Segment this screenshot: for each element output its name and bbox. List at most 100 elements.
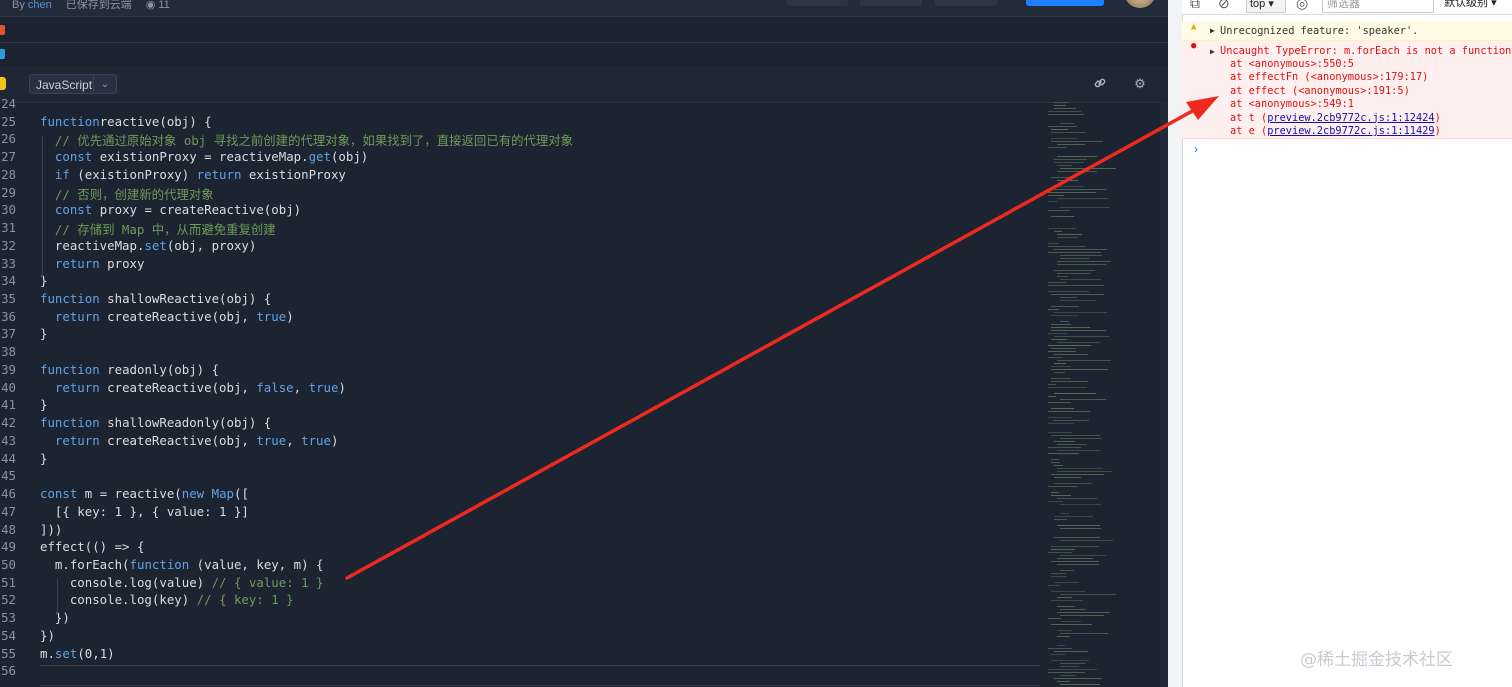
line-number: 53 (1, 610, 16, 626)
code-comment: // { key: 1 } (196, 592, 294, 608)
indent-guide (57, 579, 58, 615)
minimap-line (1057, 606, 1075, 607)
stack-frame-text: at effectFn (<anonymous>:179:17) (1230, 71, 1429, 84)
line-number: 36 (1, 308, 16, 324)
link-icon[interactable] (1092, 76, 1108, 92)
minimap-line (1060, 666, 1079, 667)
language-select[interactable]: JavaScript ⌄ (29, 74, 117, 94)
minimap-line (1060, 123, 1075, 124)
line-number: 34 (1, 273, 16, 289)
code-token: ) (338, 379, 346, 395)
minimap-line (1048, 585, 1060, 586)
clear-console-icon[interactable]: ⊘ (1218, 0, 1230, 12)
minimap-line (1051, 549, 1075, 550)
code-keyword: set (144, 237, 167, 253)
sidebar-toggle-icon[interactable]: ⧉ (1190, 0, 1200, 12)
minimap-line (1051, 408, 1074, 409)
minimap-line (1057, 342, 1101, 343)
minimap-line (1057, 360, 1112, 361)
minimap-line (1048, 192, 1096, 193)
view-count-value: 11 (158, 0, 170, 11)
console-error[interactable]: ● ▶ Uncaught TypeError: m.forEach is not… (1182, 41, 1512, 139)
minimap[interactable] (1048, 102, 1158, 687)
error-icon: ● (1191, 41, 1197, 51)
log-level-select[interactable]: 默认级别 ▾ (1444, 0, 1497, 13)
line-number: 55 (1, 645, 16, 661)
js-panel-header: JavaScript ⌄ ⚙ (0, 66, 1168, 103)
code-comment: // { value: 1 } (211, 574, 324, 590)
line-number: 29 (1, 184, 16, 200)
code-line: // 否则，创建新的代理对象 (40, 185, 214, 203)
minimap-line (1048, 486, 1079, 487)
minimap-line (1057, 498, 1097, 499)
code-line: functionreactive(obj) { (40, 114, 212, 129)
author-link[interactable]: chen (28, 0, 52, 11)
code-line: function readonly(obj) { (40, 362, 219, 377)
expand-triangle-icon[interactable]: ▶ (1210, 26, 1215, 35)
minimap-line (1048, 417, 1073, 418)
stack-frame: at <anonymous>:550:5 (1230, 58, 1354, 70)
code-keyword: true (308, 379, 339, 395)
minimap-line (1048, 423, 1074, 424)
minimap-line (1054, 465, 1063, 466)
code-line: effect(() => { (40, 539, 144, 554)
toolbar-button-2[interactable] (860, 0, 922, 6)
code-keyword: const (40, 486, 78, 502)
code-token: proxy = createReactive(obj) (92, 202, 302, 218)
minimap-line (1057, 273, 1091, 274)
minimap-line (1060, 300, 1097, 301)
console-prompt[interactable]: › (1194, 142, 1198, 156)
code-line: // 优先通过原始对象 obj 寻找之前创建的代理对象，如果找到了，直接返回已有… (40, 131, 573, 149)
console-sidebar-edge (1168, 0, 1183, 687)
code-token: ([ (234, 486, 249, 502)
minimap-line (1060, 504, 1101, 505)
code-token: (existionProxy) (69, 166, 197, 182)
context-select[interactable]: top ▾ (1246, 0, 1286, 13)
toolbar-button-3[interactable] (935, 0, 997, 6)
code-area[interactable]: 24 25 functionreactive(obj) {26 // 优先通过原始对… (0, 96, 1040, 687)
source-link[interactable]: preview.2cb9772c.js:1:12424 (1267, 112, 1434, 124)
expand-triangle-icon[interactable]: ▶ (1210, 47, 1215, 56)
avatar[interactable] (1124, 0, 1156, 8)
minimap-line (1054, 678, 1103, 679)
line-number: 56 (1, 663, 16, 679)
filter-input[interactable]: 筛选器 (1322, 0, 1434, 13)
vertical-scrollbar[interactable] (1160, 102, 1168, 687)
console-warning[interactable]: ▲ ▶ Unrecognized feature: 'speaker'. (1182, 21, 1512, 41)
stack-frame-text: at t ( (1230, 111, 1268, 124)
html-panel-strip[interactable] (0, 18, 1168, 43)
html-icon (0, 25, 5, 35)
minimap-line (1051, 141, 1104, 142)
minimap-line (1057, 471, 1112, 472)
source-link[interactable]: preview.2cb9772c.js:1:11429 (1267, 125, 1434, 137)
code-token: readonly(obj) { (99, 361, 220, 377)
gear-icon[interactable]: ⚙ (1132, 76, 1148, 92)
toolbar-button-1[interactable] (786, 0, 848, 6)
minimap-line (1057, 450, 1100, 451)
minimap-line (1060, 621, 1082, 622)
minimap-line (1060, 297, 1077, 298)
code-line: return proxy (40, 256, 145, 271)
by-label: By (12, 0, 25, 11)
code-keyword: new (181, 486, 205, 502)
eye-icon[interactable]: ◎ (1296, 0, 1308, 12)
code-line: } (40, 397, 47, 412)
code-token: ])) (40, 521, 63, 537)
minimap-line (1054, 312, 1107, 313)
minimap-line (1054, 483, 1092, 484)
minimap-line (1060, 207, 1111, 208)
code-comment: // 优先通过原始对象 obj 寻找之前创建的代理对象，如果找到了，直接返回已有… (40, 133, 574, 149)
filter-placeholder: 筛选器 (1327, 0, 1360, 10)
code-token: createReactive(obj, (99, 308, 257, 324)
code-keyword: function (40, 113, 100, 129)
minimap-line (1048, 228, 1077, 229)
line-number: 33 (1, 255, 16, 271)
code-line: if (existionProxy) return existionProxy (40, 167, 346, 182)
minimap-line (1054, 354, 1089, 355)
minimap-line (1060, 528, 1102, 529)
minimap-line (1057, 180, 1079, 181)
css-panel-strip[interactable] (0, 42, 1168, 67)
minimap-line (1051, 435, 1100, 436)
primary-button[interactable] (1026, 0, 1104, 6)
